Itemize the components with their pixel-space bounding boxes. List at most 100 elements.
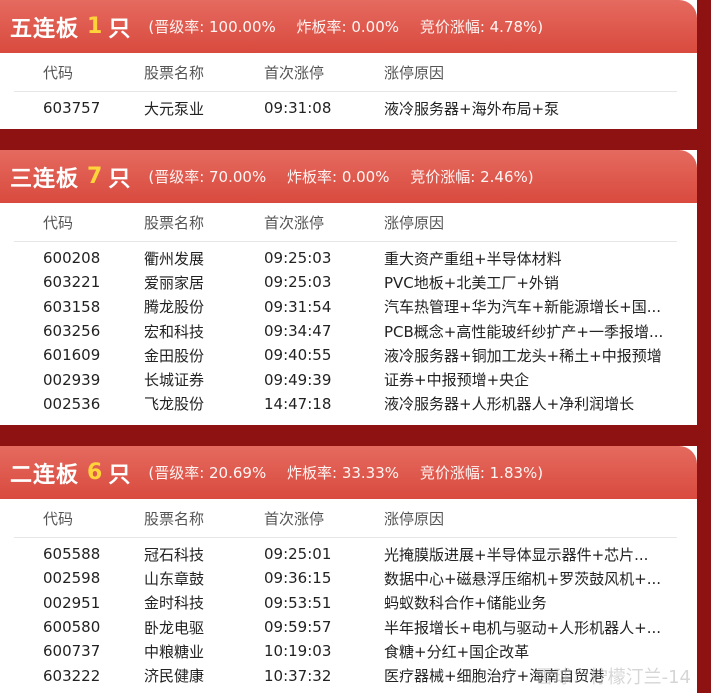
table-row[interactable]: 603256 宏和科技 09:34:47 PCB概念+高性能玻纤纱扩产+一季报增…	[14, 319, 677, 343]
stock-code: 603757	[43, 99, 101, 118]
stock-name: 腾龙股份	[144, 298, 205, 317]
stock-name: 宏和科技	[144, 322, 205, 341]
col-time: 首次涨停	[264, 509, 325, 528]
stock-code: 002598	[43, 569, 101, 588]
limit-reason: PCB概念+高性能玻纤纱扩产+一季报增...	[384, 322, 664, 341]
stock-name: 卧龙电驱	[144, 618, 205, 637]
auction-gain: 竞价涨幅: 1.83%)	[419, 464, 544, 482]
limit-reason: 证券+中报预增+央企	[384, 371, 530, 390]
stock-code: 600580	[43, 618, 101, 637]
board-title: 三连板	[10, 166, 80, 192]
stock-name: 金时科技	[144, 594, 205, 613]
limit-reason: 液冷服务器+海外布局+泵	[384, 99, 560, 118]
limit-reason: 重大资产重组+半导体材料	[384, 249, 562, 268]
table-row[interactable]: 600580 卧龙电驱 09:59:57 半年报增长+电机与驱动+人形机器人+.…	[14, 615, 677, 639]
limit-reason: 液冷服务器+铜加工龙头+稀土+中报预增	[384, 346, 662, 365]
col-reason: 涨停原因	[384, 213, 445, 232]
board-unit: 只	[108, 16, 131, 42]
break-rate: 炸板率: 0.00%	[287, 168, 390, 186]
first-limit-time: 09:40:55	[264, 346, 332, 365]
first-limit-time: 09:25:01	[264, 545, 332, 564]
stock-code: 002951	[43, 593, 101, 612]
footer-watermark: 雪球：柠檬汀兰-14	[535, 667, 691, 688]
table-row[interactable]: 601609 金田股份 09:40:55 液冷服务器+铜加工龙头+稀土+中报预增	[14, 343, 677, 367]
table-header: 代码 股票名称 首次涨停 涨停原因	[14, 53, 677, 92]
stock-name: 济民健康	[144, 667, 205, 686]
col-time: 首次涨停	[264, 213, 325, 232]
table-row[interactable]: 603221 爱丽家居 09:25:03 PVC地板+北美工厂+外销	[14, 270, 677, 294]
col-code: 代码	[43, 509, 74, 528]
table-row[interactable]: 002951 金时科技 09:53:51 蚂蚁数科合作+储能业务	[14, 591, 677, 615]
table-header: 代码 股票名称 首次涨停 涨停原因	[14, 203, 677, 242]
first-limit-time: 09:59:57	[264, 618, 332, 637]
table-row[interactable]: 603158 腾龙股份 09:31:54 汽车热管理+华为汽车+新能源增长+国.…	[14, 295, 677, 319]
table-body: 600208 衢州发展 09:25:03 重大资产重组+半导体材料 603221…	[0, 242, 697, 416]
stock-name: 冠石科技	[144, 545, 205, 564]
col-code: 代码	[43, 63, 74, 82]
table-row[interactable]: 600737 中粮糖业 10:19:03 食糖+分红+国企改革	[14, 639, 677, 663]
table-row[interactable]: 002939 长城证券 09:49:39 证券+中报预增+央企	[14, 367, 677, 391]
stock-name: 大元泵业	[144, 99, 205, 118]
first-limit-time: 09:25:03	[264, 273, 332, 292]
board-header: 三连板 7 只 (晋级率: 70.00% 炸板率: 0.00% 竞价涨幅: 2.…	[0, 150, 697, 203]
auction-gain: 竞价涨幅: 4.78%)	[419, 18, 544, 36]
stock-code: 600737	[43, 642, 101, 661]
stock-name: 山东章鼓	[144, 569, 205, 588]
first-limit-time: 09:25:03	[264, 249, 332, 268]
limit-reason: 数据中心+磁悬浮压缩机+罗茨鼓风机+...	[384, 569, 662, 588]
promotion-rate: (晋级率: 70.00%	[148, 168, 267, 186]
table-row[interactable]: 603757 大元泵业 09:31:08 液冷服务器+海外布局+泵	[14, 96, 677, 120]
board-count: 1	[87, 14, 103, 39]
limit-reason: 光掩膜版进展+半导体显示器件+芯片...	[384, 545, 649, 564]
stock-code: 603221	[43, 273, 101, 292]
break-rate: 炸板率: 0.00%	[296, 18, 400, 36]
limit-reason: 汽车热管理+华为汽车+新能源增长+国...	[384, 298, 662, 317]
stock-code: 601609	[43, 346, 101, 365]
promotion-rate: (晋级率: 20.69%	[148, 464, 267, 482]
col-name: 股票名称	[144, 213, 205, 232]
col-reason: 涨停原因	[384, 509, 445, 528]
first-limit-time: 09:36:15	[264, 569, 332, 588]
first-limit-time: 10:19:03	[264, 642, 332, 661]
stock-code: 603222	[43, 666, 101, 685]
limit-reason: 蚂蚁数科合作+储能业务	[384, 594, 547, 613]
stock-code: 603158	[43, 297, 101, 316]
table-body: 603757 大元泵业 09:31:08 液冷服务器+海外布局+泵	[0, 92, 697, 120]
stock-code: 603256	[43, 322, 101, 341]
board-five-consecutive: 五连板 1 只 (晋级率: 100.00% 炸板率: 0.00% 竞价涨幅: 4…	[0, 0, 697, 129]
limit-reason: PVC地板+北美工厂+外销	[384, 273, 559, 292]
table-row[interactable]: 600208 衢州发展 09:25:03 重大资产重组+半导体材料	[14, 246, 677, 270]
col-time: 首次涨停	[264, 63, 325, 82]
limit-reason: 半年报增长+电机与驱动+人形机器人+...	[384, 618, 662, 637]
stock-name: 衢州发展	[144, 249, 205, 268]
board-unit: 只	[108, 166, 131, 192]
board-three-consecutive: 三连板 7 只 (晋级率: 70.00% 炸板率: 0.00% 竞价涨幅: 2.…	[0, 150, 697, 425]
board-stats: (晋级率: 20.69% 炸板率: 33.33% 竞价涨幅: 1.83%)	[148, 462, 559, 483]
board-stats: (晋级率: 70.00% 炸板率: 0.00% 竞价涨幅: 2.46%)	[148, 166, 549, 187]
col-name: 股票名称	[144, 509, 205, 528]
col-name: 股票名称	[144, 63, 205, 82]
first-limit-time: 09:34:47	[264, 322, 332, 341]
board-unit: 只	[108, 462, 131, 488]
board-count: 7	[87, 164, 103, 189]
table-row[interactable]: 002536 飞龙股份 14:47:18 液冷服务器+人形机器人+净利润增长	[14, 392, 677, 416]
stock-name: 飞龙股份	[144, 395, 205, 414]
board-header: 二连板 6 只 (晋级率: 20.69% 炸板率: 33.33% 竞价涨幅: 1…	[0, 446, 697, 499]
stock-code: 605588	[43, 545, 101, 564]
col-code: 代码	[43, 213, 74, 232]
table-row[interactable]: 002598 山东章鼓 09:36:15 数据中心+磁悬浮压缩机+罗茨鼓风机+.…	[14, 566, 677, 590]
first-limit-time: 09:31:54	[264, 297, 332, 316]
board-stats: (晋级率: 100.00% 炸板率: 0.00% 竞价涨幅: 4.78%)	[148, 16, 559, 37]
break-rate: 炸板率: 33.33%	[287, 464, 400, 482]
promotion-rate: (晋级率: 100.00%	[148, 18, 276, 36]
board-count: 6	[87, 460, 103, 485]
first-limit-time: 10:37:32	[264, 666, 332, 685]
stock-name: 中粮糖业	[144, 642, 205, 661]
first-limit-time: 09:53:51	[264, 593, 332, 612]
stock-code: 002939	[43, 370, 101, 389]
stock-name: 长城证券	[144, 371, 205, 390]
auction-gain: 竞价涨幅: 2.46%)	[410, 168, 534, 186]
board-two-consecutive: 二连板 6 只 (晋级率: 20.69% 炸板率: 33.33% 竞价涨幅: 1…	[0, 446, 697, 693]
board-title: 五连板	[10, 16, 80, 42]
table-row[interactable]: 605588 冠石科技 09:25:01 光掩膜版进展+半导体显示器件+芯片..…	[14, 542, 677, 566]
